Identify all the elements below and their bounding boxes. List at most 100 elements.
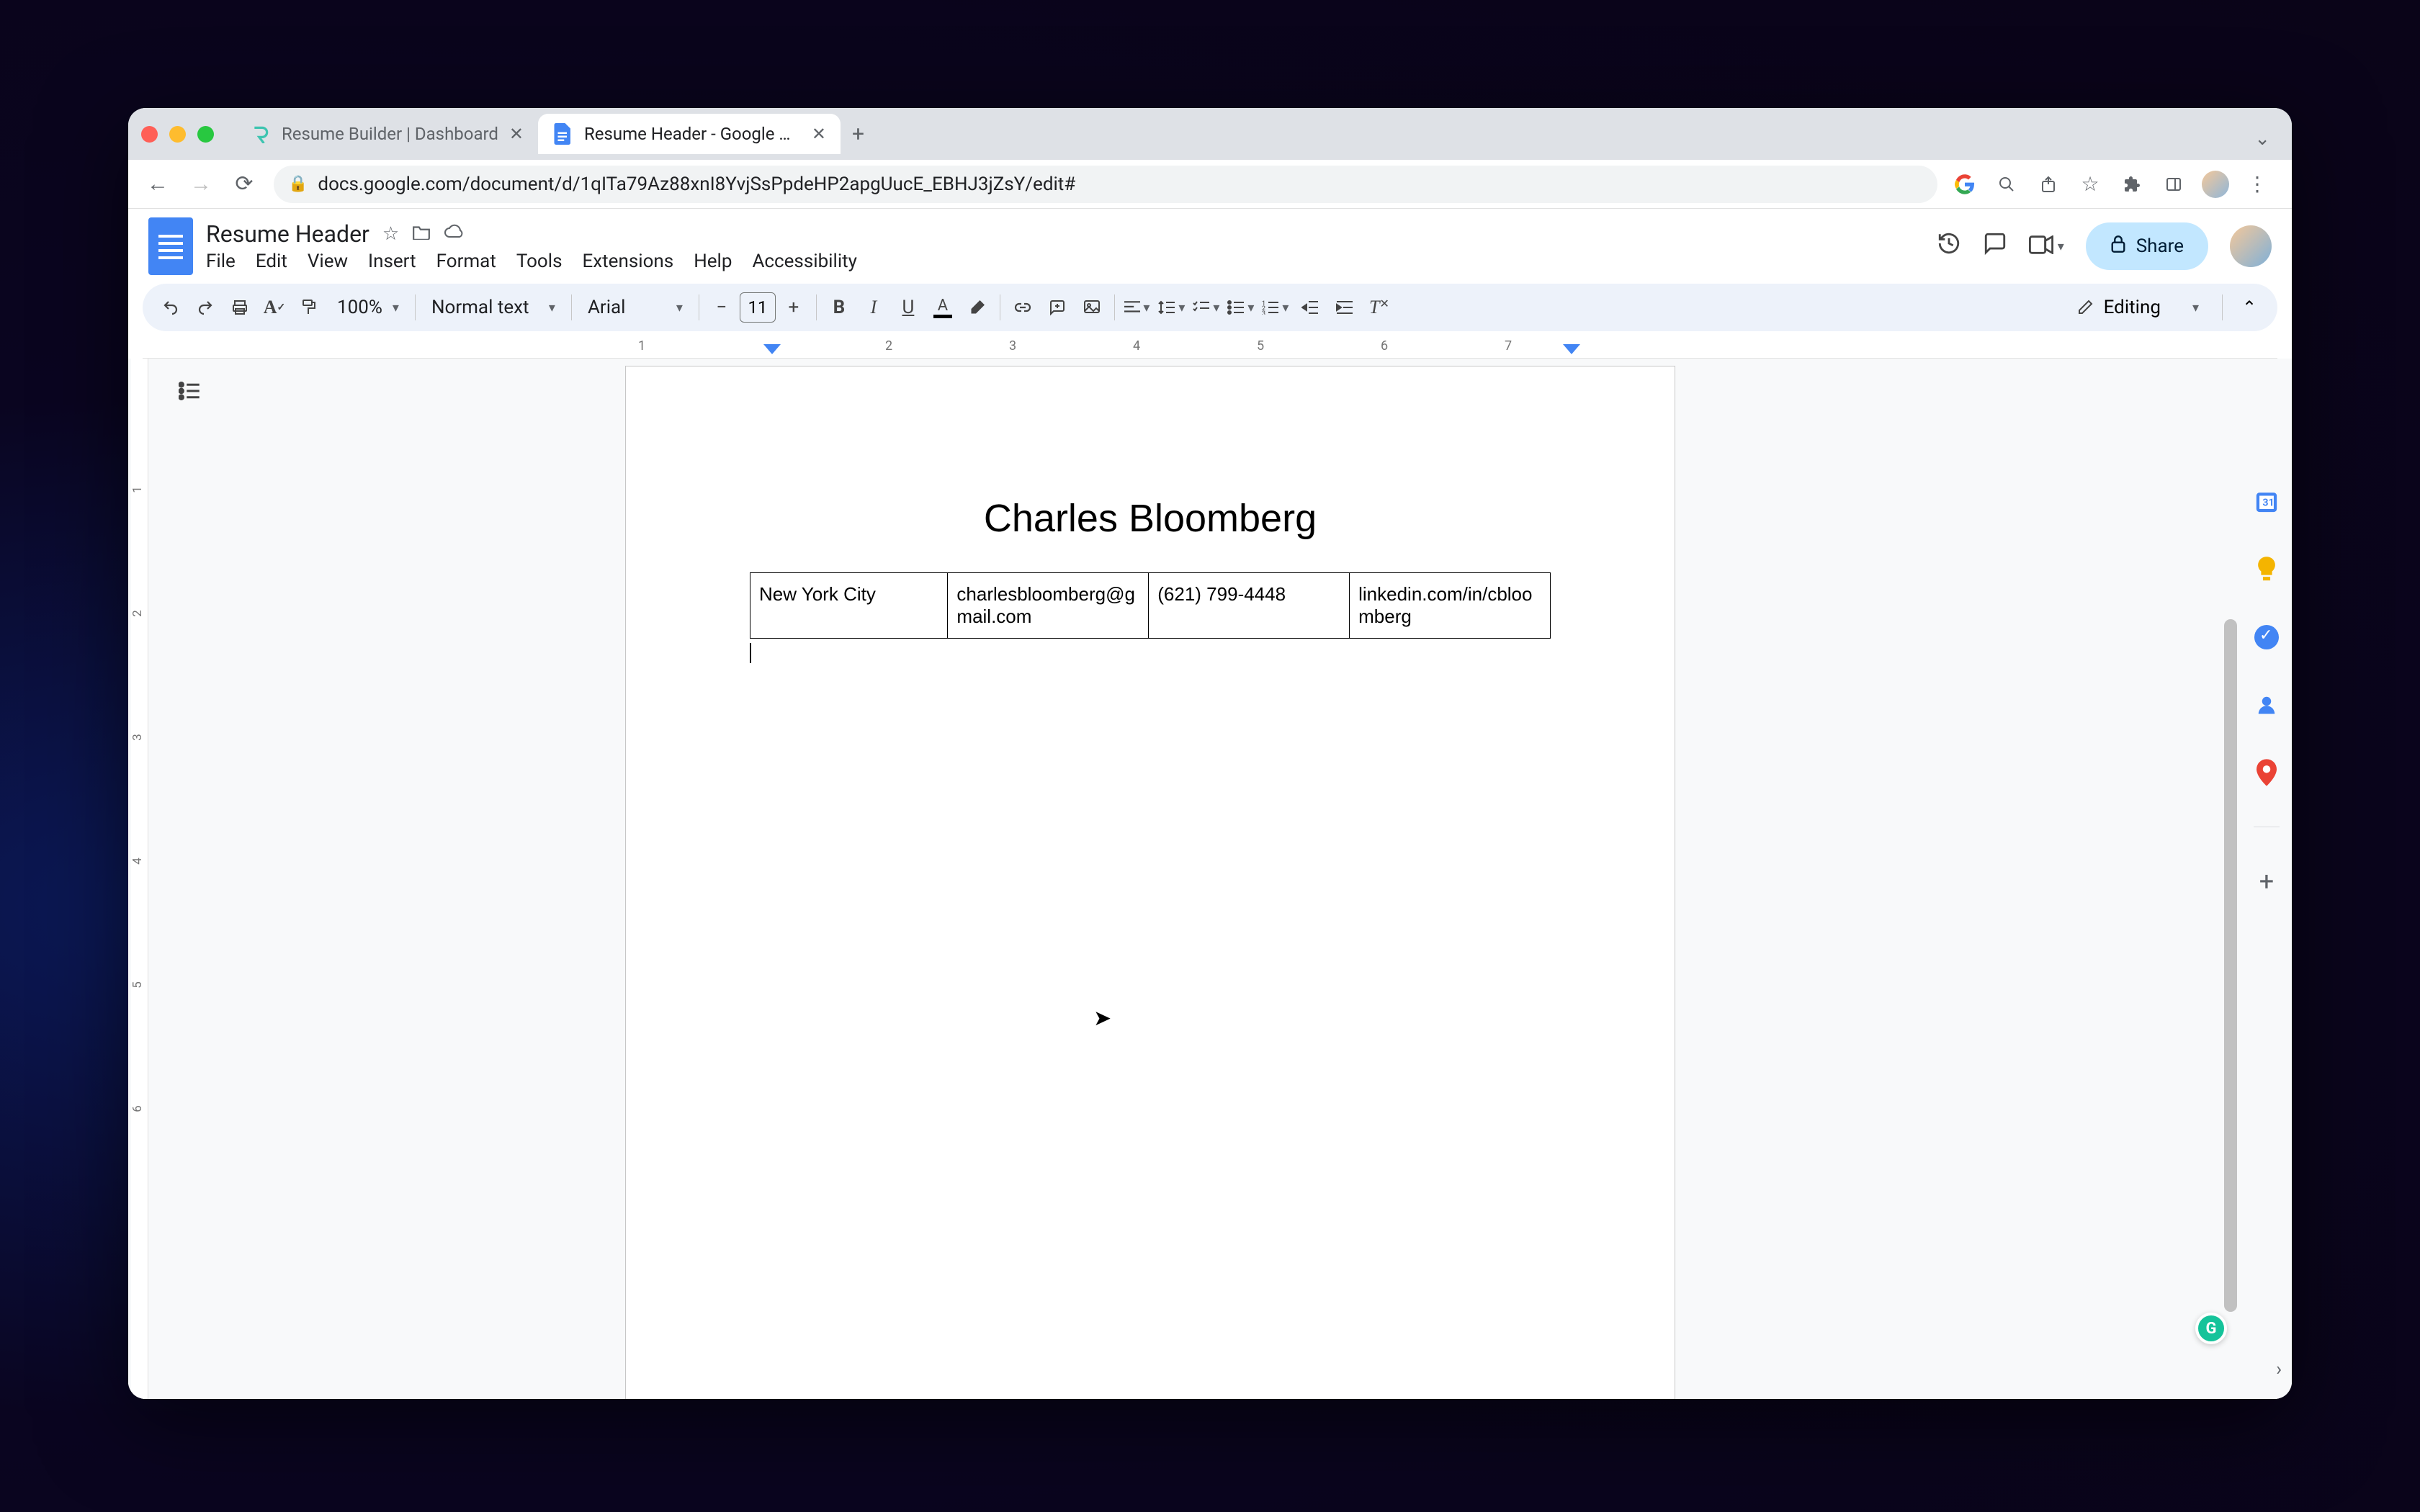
vertical-scrollbar[interactable] (2224, 619, 2237, 1312)
share-page-icon[interactable] (2031, 167, 2066, 202)
docs-logo-icon[interactable] (148, 217, 193, 275)
cloud-status-icon[interactable] (444, 223, 465, 245)
page-content[interactable]: Charles Bloomberg New York City charlesb… (626, 366, 1675, 663)
italic-button[interactable]: I (857, 291, 890, 324)
align-button[interactable]: ▾ (1121, 291, 1154, 324)
chrome-menu-button[interactable]: ⋮ (2240, 167, 2275, 202)
new-tab-button[interactable]: + (841, 122, 876, 147)
spellcheck-button[interactable]: A✓ (258, 291, 291, 324)
star-icon[interactable]: ☆ (382, 223, 399, 245)
account-avatar[interactable] (2230, 225, 2272, 267)
menu-view[interactable]: View (308, 251, 348, 272)
add-on-button[interactable]: + (2253, 868, 2280, 895)
font-size-increase[interactable]: + (777, 291, 810, 324)
keep-icon[interactable] (2253, 556, 2280, 583)
lock-icon (2110, 235, 2126, 258)
left-indent-marker[interactable] (763, 344, 781, 354)
collapse-toolbar-button[interactable]: ⌃ (2233, 291, 2266, 324)
tab-resume-builder[interactable]: Resume Builder | Dashboard ✕ (236, 114, 538, 154)
font-size-decrease[interactable]: − (705, 291, 738, 324)
comments-icon[interactable] (1983, 231, 2007, 262)
maps-icon[interactable] (2253, 759, 2280, 786)
menu-insert[interactable]: Insert (368, 251, 416, 272)
meet-icon[interactable] (2029, 232, 2053, 261)
move-icon[interactable] (412, 223, 431, 245)
zoom-dropdown[interactable]: 100%▾ (327, 297, 409, 318)
table-cell-location[interactable]: New York City (750, 573, 948, 639)
document-canvas: 1 2 3 4 5 6 Charles Bloomberg New York C… (128, 359, 2292, 1399)
tab-list-button[interactable]: ⌄ (2254, 128, 2270, 150)
font-dropdown[interactable]: Arial▾ (578, 297, 693, 318)
browser-window: Resume Builder | Dashboard ✕ Resume Head… (128, 108, 2292, 1399)
menu-tools[interactable]: Tools (516, 251, 563, 272)
contacts-icon[interactable] (2253, 691, 2280, 719)
url-text: docs.google.com/document/d/1qITa79Az88xn… (318, 174, 1075, 195)
line-spacing-button[interactable]: ▾ (1155, 291, 1188, 324)
checklist-button[interactable]: ▾ (1190, 291, 1223, 324)
close-tab-icon[interactable]: ✕ (509, 124, 524, 144)
version-history-icon[interactable] (1937, 231, 1961, 262)
menu-extensions[interactable]: Extensions (583, 251, 674, 272)
bulleted-list-button[interactable]: ▾ (1224, 291, 1258, 324)
highlight-button[interactable] (961, 291, 994, 324)
reload-button[interactable]: ⟳ (225, 165, 264, 204)
side-panel-icon[interactable] (2156, 167, 2191, 202)
table-cell-phone[interactable]: (621) 799-4448 (1149, 573, 1350, 639)
close-window-button[interactable] (141, 126, 158, 143)
numbered-list-button[interactable]: 123▾ (1259, 291, 1292, 324)
google-icon[interactable] (1948, 167, 1982, 202)
table-cell-linkedin[interactable]: linkedin.com/in/cbloomberg (1350, 573, 1551, 639)
page[interactable]: Charles Bloomberg New York City charlesb… (625, 366, 1675, 1399)
minimize-window-button[interactable] (169, 126, 186, 143)
indent-button[interactable] (1328, 291, 1361, 324)
menu-file[interactable]: File (206, 251, 236, 272)
vertical-ruler[interactable]: 1 2 3 4 5 6 (131, 359, 148, 1399)
undo-button[interactable] (154, 291, 187, 324)
browser-action-icons: ☆ ⋮ (1948, 167, 2282, 202)
tab-google-docs[interactable]: Resume Header - Google Docs ✕ (538, 114, 841, 154)
tasks-icon[interactable] (2253, 624, 2280, 651)
forward-button[interactable]: → (182, 165, 220, 204)
menu-edit[interactable]: Edit (256, 251, 287, 272)
favicon-rezi (250, 123, 272, 145)
insert-image-button[interactable] (1075, 291, 1108, 324)
bold-button[interactable]: B (823, 291, 856, 324)
show-side-panel-button[interactable]: › (2276, 1359, 2282, 1380)
meet-dropdown-icon[interactable]: ▾ (2058, 239, 2064, 254)
calendar-icon[interactable]: 31 (2253, 488, 2280, 516)
insert-comment-button[interactable] (1041, 291, 1074, 324)
insert-link-button[interactable] (1006, 291, 1039, 324)
back-button[interactable]: ← (138, 165, 177, 204)
redo-button[interactable] (189, 291, 222, 324)
menu-format[interactable]: Format (436, 251, 496, 272)
grammarly-icon[interactable] (2195, 1313, 2227, 1344)
outdent-button[interactable] (1294, 291, 1327, 324)
profile-avatar[interactable] (2198, 167, 2233, 202)
extensions-icon[interactable] (2115, 167, 2149, 202)
zoom-icon[interactable] (1989, 167, 2024, 202)
clear-formatting-button[interactable]: T✕ (1363, 291, 1396, 324)
side-panel: 31 + (2241, 469, 2292, 1333)
document-outline-button[interactable] (170, 372, 209, 410)
menu-help[interactable]: Help (694, 251, 732, 272)
font-size-input[interactable]: 11 (740, 292, 776, 323)
maximize-window-button[interactable] (197, 126, 214, 143)
horizontal-ruler[interactable]: 1 2 3 4 5 6 7 (143, 340, 2277, 359)
close-tab-icon[interactable]: ✕ (812, 124, 826, 144)
underline-button[interactable]: U (892, 291, 925, 324)
document-heading[interactable]: Charles Bloomberg (750, 496, 1551, 541)
url-field[interactable]: 🔒 docs.google.com/document/d/1qITa79Az88… (274, 166, 1937, 203)
editing-mode-dropdown[interactable]: Editing ▾ (2063, 297, 2212, 318)
styles-dropdown[interactable]: Normal text▾ (421, 297, 565, 318)
table-cell-email[interactable]: charlesbloomberg@gmail.com (948, 573, 1149, 639)
share-button[interactable]: Share (2086, 222, 2208, 270)
document-title[interactable]: Resume Header (206, 220, 369, 248)
contact-info-table[interactable]: New York City charlesbloomberg@gmail.com… (750, 572, 1551, 639)
text-color-button[interactable]: A (926, 291, 959, 324)
print-button[interactable] (223, 291, 256, 324)
paint-format-button[interactable] (292, 291, 326, 324)
menu-accessibility[interactable]: Accessibility (752, 251, 857, 272)
right-indent-marker[interactable] (1563, 344, 1580, 354)
table-row[interactable]: New York City charlesbloomberg@gmail.com… (750, 573, 1551, 639)
bookmark-star-icon[interactable]: ☆ (2073, 167, 2107, 202)
